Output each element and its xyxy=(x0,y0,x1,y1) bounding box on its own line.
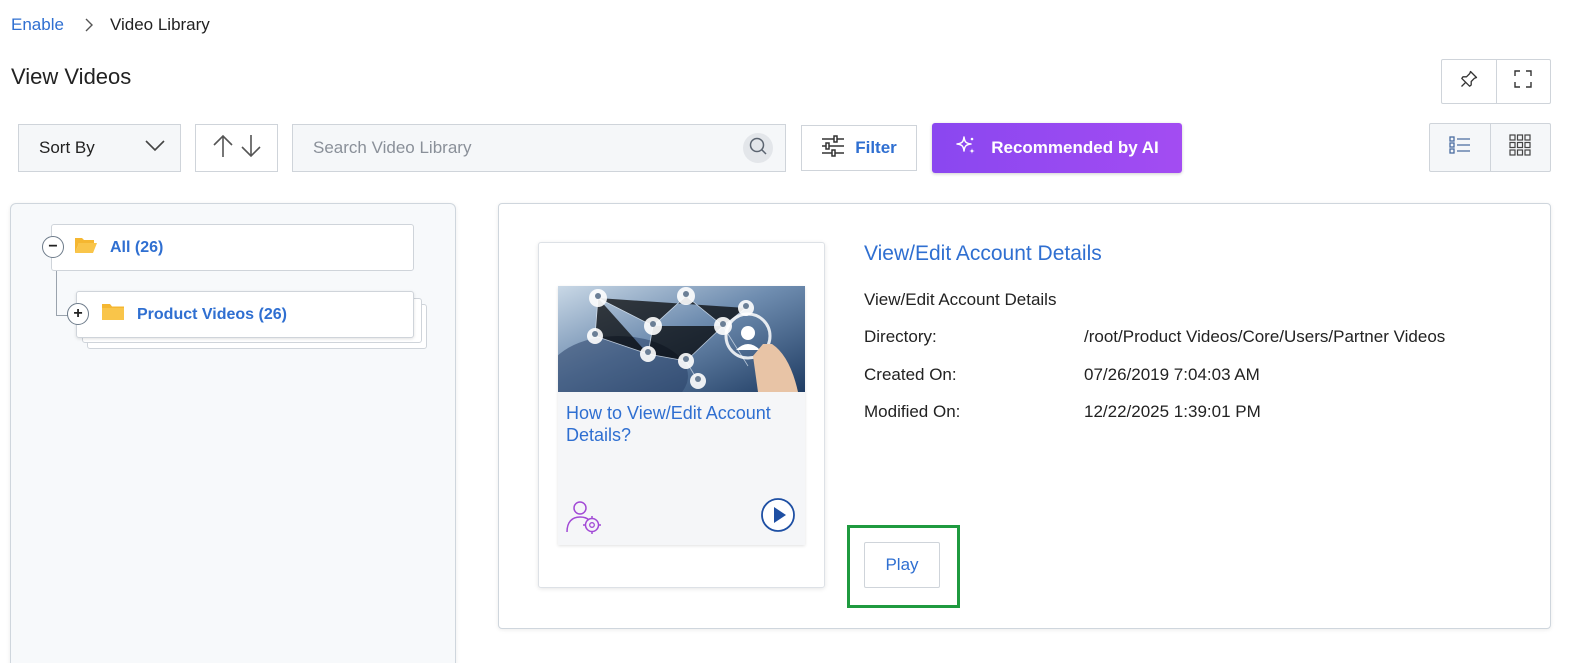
search-button[interactable] xyxy=(743,133,773,163)
modified-on-label: Modified On: xyxy=(864,402,961,421)
sparkle-icon xyxy=(955,135,977,162)
filter-button[interactable]: Filter xyxy=(801,125,917,171)
created-on-label: Created On: xyxy=(864,365,957,384)
folder-open-icon xyxy=(74,235,98,260)
tree-node-all-label: All (26) xyxy=(110,238,164,256)
modified-on-value: 12/22/2025 1:39:01 PM xyxy=(1084,402,1261,421)
pin-icon xyxy=(1459,69,1479,94)
search-input[interactable] xyxy=(313,138,743,158)
chevron-down-icon xyxy=(144,138,166,158)
search-box xyxy=(292,124,786,172)
sort-direction-button[interactable] xyxy=(195,124,278,172)
folder-icon xyxy=(101,302,125,327)
directory-value: /root/Product Videos/Core/Users/Partner … xyxy=(1084,327,1446,346)
video-description: View/Edit Account Details xyxy=(864,290,1057,309)
play-circle-icon[interactable] xyxy=(760,497,796,538)
expand-product-videos-toggle[interactable]: + xyxy=(67,303,89,325)
video-thumbnail[interactable] xyxy=(558,286,805,392)
chevron-right-icon xyxy=(84,17,94,33)
sort-by-label: Sort By xyxy=(39,138,95,157)
fullscreen-icon xyxy=(1513,69,1533,94)
created-on-value: 07/26/2019 7:04:03 AM xyxy=(1084,365,1260,384)
recommended-by-ai-label: Recommended by AI xyxy=(991,138,1159,157)
view-toggle xyxy=(1429,123,1551,172)
search-icon xyxy=(748,136,768,161)
play-button[interactable]: Play xyxy=(864,542,940,588)
filter-label: Filter xyxy=(855,138,897,157)
directory-label: Directory: xyxy=(864,327,937,346)
list-view-icon xyxy=(1449,135,1471,160)
tree-node-product-videos[interactable]: Product Videos (26) xyxy=(76,291,414,338)
page-actions xyxy=(1441,59,1551,104)
breadcrumb-enable-link[interactable]: Enable xyxy=(11,15,64,35)
sliders-icon xyxy=(821,134,845,162)
tree-node-all[interactable]: All (26) xyxy=(51,224,414,271)
breadcrumb-current: Video Library xyxy=(109,15,210,34)
arrow-down-icon xyxy=(239,133,263,164)
collapse-all-toggle[interactable]: − xyxy=(42,236,64,258)
breadcrumb: Enable Video Library xyxy=(11,13,210,37)
tree-node-product-videos-label: Product Videos (26) xyxy=(137,305,287,323)
sort-by-dropdown[interactable]: Sort By xyxy=(18,124,181,172)
page-title: View Videos xyxy=(11,64,132,89)
grid-view-icon xyxy=(1509,134,1531,161)
video-card-title[interactable]: How to View/Edit Account Details? xyxy=(566,402,796,446)
pin-button[interactable] xyxy=(1442,60,1496,103)
user-settings-icon xyxy=(566,499,604,540)
fullscreen-button[interactable] xyxy=(1495,60,1551,103)
grid-view-button[interactable] xyxy=(1489,124,1551,171)
video-title[interactable]: View/Edit Account Details xyxy=(864,242,1102,266)
recommended-by-ai-button[interactable]: Recommended by AI xyxy=(932,123,1182,173)
arrow-up-icon xyxy=(211,133,235,164)
folder-tree-panel xyxy=(10,203,456,663)
list-view-button[interactable] xyxy=(1430,124,1490,171)
